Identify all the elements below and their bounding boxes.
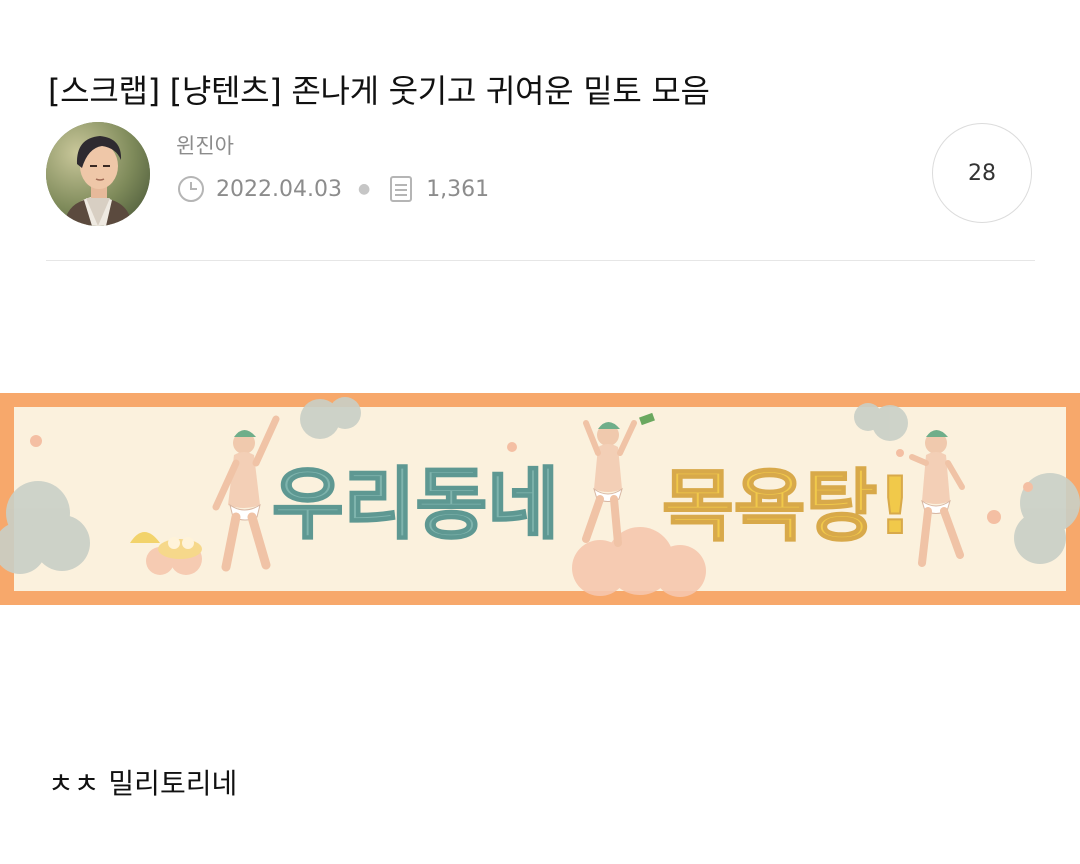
comment-count: 28 — [968, 160, 996, 186]
meta-separator: ● — [357, 181, 371, 197]
header-divider — [46, 260, 1035, 261]
clock-icon — [176, 174, 206, 204]
view-count: 1,361 — [426, 176, 490, 202]
banner-text-left: 우리동네 — [272, 460, 559, 550]
avatar-illustration — [46, 122, 150, 226]
post-title: [스크랩] [냥텐츠] 존나게 웃기고 귀여운 밑토 모음 — [48, 72, 710, 111]
banner-image: 우리동네 목욕탕! — [0, 393, 1080, 605]
author-avatar[interactable] — [46, 122, 150, 226]
post-content-text: ㅊㅊ 밀리토리네 — [48, 767, 238, 800]
post-date: 2022.04.03 — [216, 176, 342, 202]
post-meta: 2022.04.03 ● 1,361 — [176, 172, 489, 206]
comment-count-button[interactable]: 28 — [932, 123, 1032, 223]
document-icon — [386, 174, 416, 204]
author-name[interactable]: 윈진아 — [176, 130, 234, 160]
banner-text-right: 목욕탕! — [662, 462, 913, 552]
